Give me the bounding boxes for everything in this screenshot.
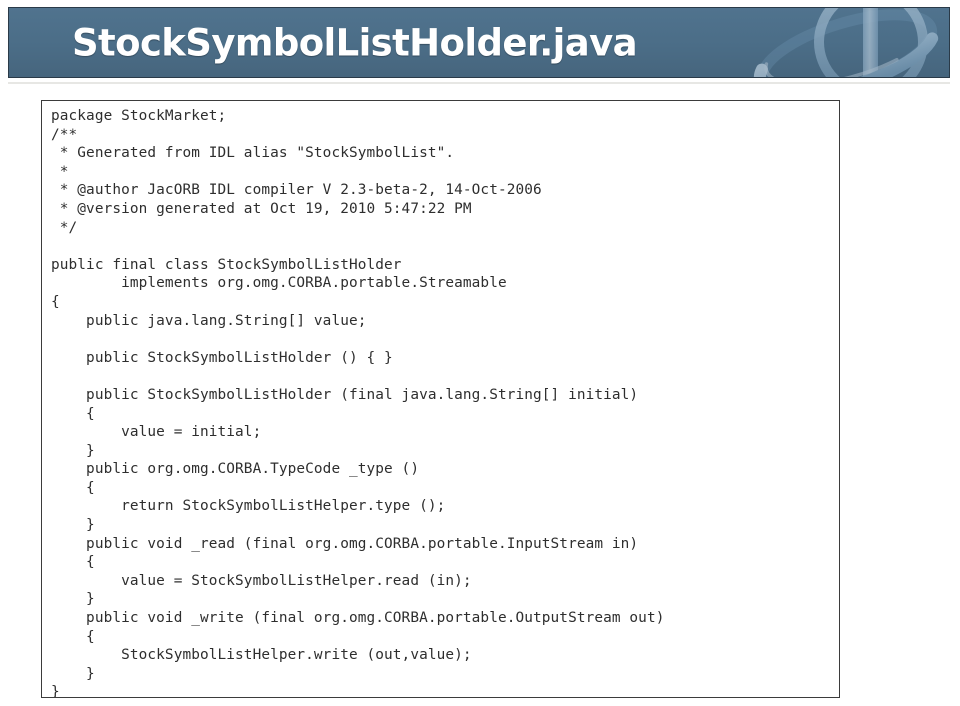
code-line: }: [51, 591, 95, 608]
code-line: * @author JacORB IDL compiler V 2.3-beta…: [51, 182, 542, 199]
code-line: /**: [51, 126, 78, 143]
code-line: {: [51, 479, 95, 496]
slide-header-banner: StockSymbolListHolder.java: [8, 7, 950, 78]
code-line: implements org.omg.CORBA.portable.Stream…: [51, 275, 507, 292]
code-line: public org.omg.CORBA.TypeCode _type (): [51, 461, 420, 478]
code-line: return StockSymbolListHelper.type ();: [51, 498, 446, 515]
code-line: {: [51, 554, 95, 571]
page-title: StockSymbolListHolder.java: [72, 21, 638, 64]
header-separator: [8, 82, 950, 84]
code-line: * @version generated at Oct 19, 2010 5:4…: [51, 200, 472, 217]
code-line: *: [51, 163, 69, 180]
code-line: * Generated from IDL alias "StockSymbolL…: [51, 145, 455, 162]
code-line: {: [51, 405, 95, 422]
code-line: public java.lang.String[] value;: [51, 312, 367, 329]
code-line: public void _write (final org.omg.CORBA.…: [51, 610, 665, 627]
code-line: public StockSymbolListHolder (final java…: [51, 386, 639, 403]
code-line: }: [51, 442, 95, 459]
code-line: StockSymbolListHelper.write (out,value);: [51, 647, 472, 664]
code-line: value = StockSymbolListHelper.read (in);: [51, 572, 472, 589]
java-source-listing: package StockMarket; /** * Generated from…: [42, 101, 839, 698]
code-line: public final class StockSymbolListHolder: [51, 256, 402, 273]
code-line: {: [51, 293, 60, 310]
code-line: package StockMarket;: [51, 108, 227, 124]
code-panel: package StockMarket; /** * Generated from…: [41, 100, 840, 698]
code-line: public StockSymbolListHolder () { }: [51, 349, 393, 366]
code-line: }: [51, 665, 95, 682]
code-line: value = initial;: [51, 424, 262, 441]
code-line: public void _read (final org.omg.CORBA.p…: [51, 535, 639, 552]
code-line: }: [51, 517, 95, 534]
code-line: }: [51, 684, 60, 698]
code-line: */: [51, 219, 78, 236]
code-line: {: [51, 628, 95, 645]
